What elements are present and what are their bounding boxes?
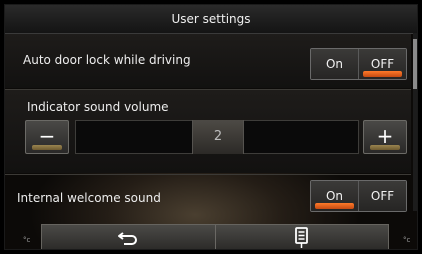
auto-door-lock-off-button[interactable]: OFF [358, 49, 406, 79]
minus-icon: − [38, 124, 56, 148]
welcome-sound-off-button[interactable]: OFF [358, 181, 406, 211]
right-temperature-unit: °c [403, 236, 411, 244]
left-temperature-unit: °c [23, 236, 31, 244]
volume-value: 2 [192, 120, 244, 154]
volume-stepper: − 2 + [25, 120, 409, 156]
setting-row-indicator-volume: Indicator sound volume − 2 + [5, 89, 411, 173]
scrollbar[interactable] [413, 33, 417, 211]
settings-screen: User settings Auto door lock while drivi… [4, 4, 418, 250]
auto-door-lock-label: Auto door lock while driving [23, 53, 191, 67]
bottom-bar [41, 224, 389, 249]
auto-door-lock-toggle[interactable]: On OFF [310, 48, 407, 80]
setting-row-welcome-sound: Internal welcome sound On OFF [5, 174, 411, 222]
auto-door-lock-on-button[interactable]: On [311, 49, 358, 79]
plus-icon: + [376, 124, 394, 148]
menu-button[interactable] [214, 225, 389, 249]
welcome-sound-toggle[interactable]: On OFF [310, 180, 407, 212]
welcome-sound-on-button[interactable]: On [311, 181, 358, 211]
title-bar: User settings [5, 5, 417, 34]
setting-row-auto-door-lock: Auto door lock while driving On OFF [5, 34, 411, 88]
scrollbar-thumb[interactable] [413, 39, 417, 89]
list-menu-icon [294, 227, 308, 248]
volume-track[interactable]: 2 [75, 120, 359, 154]
back-button[interactable] [42, 225, 215, 249]
welcome-sound-label: Internal welcome sound [17, 191, 161, 205]
indicator-volume-label: Indicator sound volume [27, 100, 169, 114]
return-arrow-icon [118, 232, 138, 245]
page-title: User settings [171, 12, 251, 26]
volume-increase-button[interactable]: + [363, 120, 407, 154]
volume-decrease-button[interactable]: − [25, 120, 69, 154]
